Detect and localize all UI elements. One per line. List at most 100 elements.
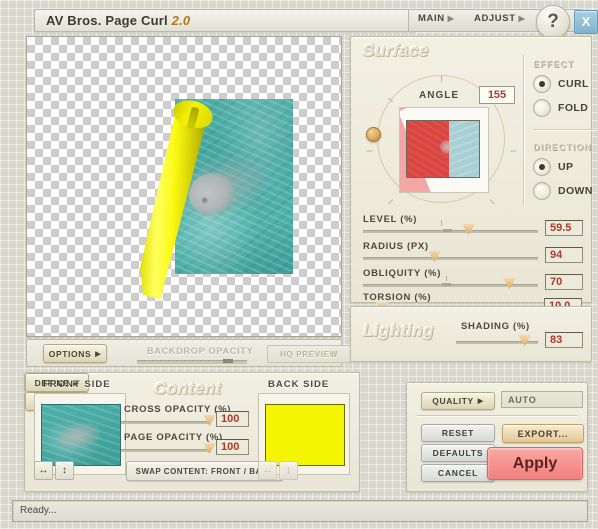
chevron-right-icon: ▶ xyxy=(478,397,484,405)
reset-button[interactable]: RESET xyxy=(421,424,495,442)
angle-mini-preview xyxy=(399,107,489,193)
shading-value-input[interactable]: 83 xyxy=(545,332,583,348)
torsion-slider-label: TORSION (%) xyxy=(363,292,431,303)
obliquity-value-input[interactable]: 70 xyxy=(545,274,583,290)
front-flip-vertical-button[interactable]: ↕ xyxy=(55,461,74,480)
chevron-right-icon: ▶ xyxy=(519,14,526,23)
status-bar: Ready... xyxy=(12,500,588,522)
menu-adjust[interactable]: ADJUST▶ xyxy=(474,13,525,24)
dial-tick xyxy=(441,220,442,226)
surface-title: Surface xyxy=(363,41,429,61)
action-panel-divider xyxy=(417,415,577,416)
menu-main[interactable]: MAIN▶ xyxy=(418,13,454,24)
effect-group-label: EFFECT xyxy=(533,59,574,69)
level-slider-label: LEVEL (%) xyxy=(363,214,417,225)
radius-value-input[interactable]: 94 xyxy=(545,247,583,263)
dial-tick xyxy=(388,199,393,204)
radio-effect-curl-label: CURL xyxy=(558,78,589,90)
preview-toolbar: OPTIONS ▶ BACKDROP OPACITY HQ PREVIEW xyxy=(26,339,342,367)
back-flip-vertical-button[interactable]: ↕ xyxy=(279,461,298,480)
dial-tick xyxy=(388,98,393,103)
back-side-label: BACK SIDE xyxy=(268,379,329,390)
page-opacity-track[interactable] xyxy=(121,449,211,452)
content-title: Content xyxy=(154,379,222,399)
help-button[interactable]: ? xyxy=(536,5,570,39)
direction-group-label: DIRECTION xyxy=(533,142,592,152)
front-side-image xyxy=(41,404,121,466)
quality-value-display: AUTO xyxy=(501,391,583,408)
radio-effect-fold-label: FOLD xyxy=(558,102,588,114)
close-button[interactable]: X xyxy=(574,10,598,34)
app-title-text: AV Bros. Page Curl xyxy=(46,13,172,28)
radio-indicator xyxy=(533,99,551,117)
surface-panel: Surface xyxy=(350,36,592,303)
radio-direction-down[interactable]: DOWN xyxy=(533,182,593,200)
obliquity-slider-label: OBLIQUITY (%) xyxy=(363,268,441,279)
hq-preview-button[interactable]: HQ PREVIEW xyxy=(267,345,351,363)
page-curl-shape xyxy=(133,103,205,299)
cancel-button[interactable]: CANCEL xyxy=(421,464,495,482)
page-opacity-input[interactable]: 100 xyxy=(216,439,249,455)
app-version-text: 2.0 xyxy=(172,13,191,28)
dial-tick xyxy=(367,151,373,152)
chevron-right-icon: ▶ xyxy=(448,14,455,23)
lighting-panel: Lighting SHADING (%) 83 xyxy=(350,306,592,362)
cross-opacity-input[interactable]: 100 xyxy=(216,411,249,427)
options-button[interactable]: OPTIONS ▶ xyxy=(43,344,107,363)
radio-direction-up-label: UP xyxy=(558,161,573,173)
backdrop-opacity-thumb[interactable] xyxy=(223,359,233,363)
apply-button[interactable]: Apply xyxy=(487,447,583,480)
radio-direction-down-label: DOWN xyxy=(558,185,593,197)
radio-effect-curl[interactable]: CURL xyxy=(533,75,589,93)
options-label: OPTIONS xyxy=(49,349,91,359)
obliquity-slider-default-mark xyxy=(442,283,451,286)
preview-canvas[interactable] xyxy=(26,36,342,337)
dial-tick xyxy=(441,76,442,82)
defaults-button[interactable]: DEFAULTS xyxy=(421,444,495,462)
angle-dial-handle[interactable] xyxy=(366,127,381,142)
angle-value-input[interactable]: 155 xyxy=(479,86,515,104)
status-message: Ready... xyxy=(20,505,57,516)
dial-tick xyxy=(511,151,517,152)
obliquity-slider-tick xyxy=(446,276,447,281)
page-opacity-label: PAGE OPACITY (%) xyxy=(124,432,223,443)
page-title: AV Bros. Page Curl 2.0 xyxy=(46,13,190,28)
back-flip-horizontal-button[interactable]: ↔ xyxy=(258,461,277,480)
surface-vertical-divider xyxy=(523,55,524,205)
front-side-subject xyxy=(55,418,103,453)
menu-adjust-label: ADJUST xyxy=(474,13,516,24)
back-side-color-swatch xyxy=(265,404,345,466)
chevron-right-icon: ▶ xyxy=(95,350,101,358)
radius-slider-track[interactable] xyxy=(363,257,538,260)
lighting-title: Lighting xyxy=(363,321,434,341)
quality-button[interactable]: QUALITY ▶ xyxy=(421,392,495,410)
flip-horizontal-icon: ↔ xyxy=(39,465,49,476)
effect-direction-divider xyxy=(533,129,597,130)
radio-indicator xyxy=(533,182,551,200)
page-curl-window: AV Bros. Page Curl 2.0 MAIN▶ ADJUST▶ ? X xyxy=(0,0,598,529)
export-button[interactable]: EXPORT... xyxy=(502,424,584,443)
radius-slider-label: RADIUS (PX) xyxy=(363,241,429,252)
angle-dial[interactable]: ANGLE 155 xyxy=(367,65,517,215)
backdrop-opacity-label: BACKDROP OPACITY xyxy=(147,346,253,356)
question-mark-icon: ? xyxy=(537,11,569,33)
front-flip-horizontal-button[interactable]: ↔ xyxy=(34,461,53,480)
radio-effect-fold[interactable]: FOLD xyxy=(533,99,588,117)
dial-tick xyxy=(490,199,495,204)
title-bar: AV Bros. Page Curl 2.0 MAIN▶ ADJUST▶ ? X xyxy=(8,4,592,34)
flip-vertical-icon: ↕ xyxy=(62,465,67,476)
action-panel: QUALITY ▶ AUTO RESET DEFAULTS CANCEL EXP… xyxy=(406,382,588,492)
mini-preview-frame xyxy=(406,120,480,178)
flip-horizontal-icon: ↔ xyxy=(263,465,273,476)
shading-slider-label: SHADING (%) xyxy=(461,321,530,332)
flip-vertical-icon: ↕ xyxy=(286,465,291,476)
curl-shading xyxy=(133,103,205,299)
close-icon: X xyxy=(575,14,597,29)
front-side-label: FRONT SIDE xyxy=(43,379,111,390)
level-slider-default-mark xyxy=(443,229,452,232)
cross-opacity-track[interactable] xyxy=(121,421,211,424)
level-value-input[interactable]: 59.5 xyxy=(545,220,583,236)
quality-label: QUALITY xyxy=(432,396,474,406)
radio-direction-up[interactable]: UP xyxy=(533,158,573,176)
angle-label: ANGLE xyxy=(419,90,459,101)
